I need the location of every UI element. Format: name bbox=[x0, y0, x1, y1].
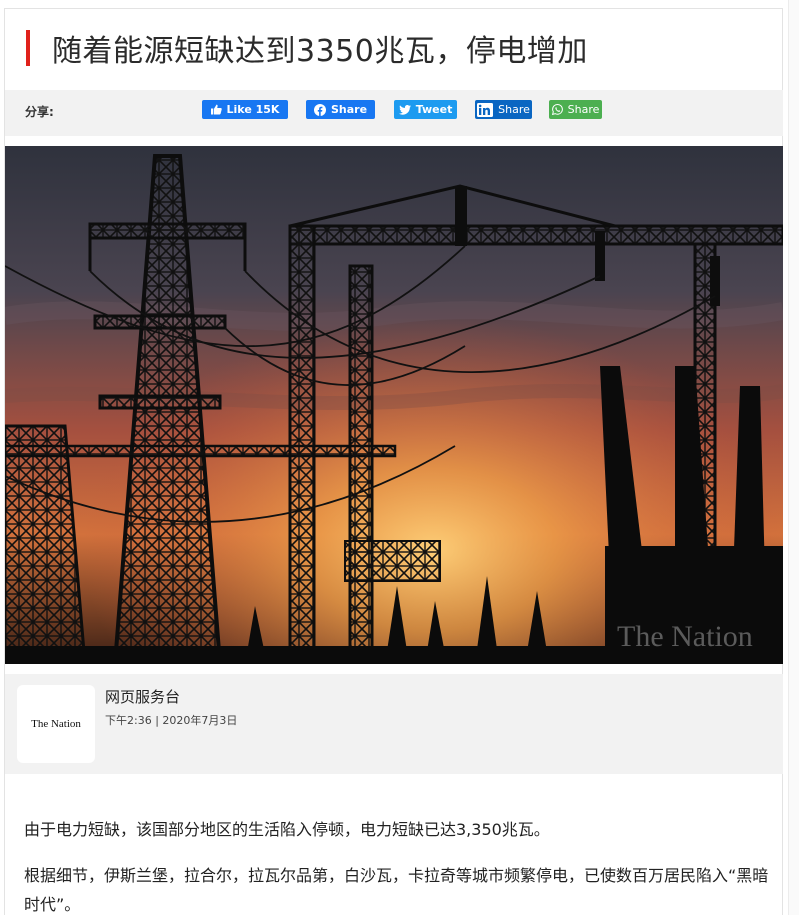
whatsapp-icon bbox=[551, 104, 563, 115]
article-paragraph-1: 由于电力短缺，该国部分地区的生活陷入停顿，电力短缺已达3,350兆瓦。 bbox=[24, 820, 550, 839]
article-paragraph-2: 根据细节，伊斯兰堡，拉合尔，拉瓦尔品第，白沙瓦，卡拉奇等城市频繁停电，已使数百万… bbox=[24, 866, 769, 914]
linkedin-share-label: Share bbox=[498, 103, 530, 116]
author-logo-text: The Nation bbox=[31, 718, 81, 730]
linkedin-share-button[interactable]: Share bbox=[475, 100, 532, 119]
twitter-bird-icon bbox=[398, 104, 411, 115]
share-bar: 分享: Like 15K Share Tweet Share Share bbox=[5, 90, 783, 136]
share-label: 分享: bbox=[25, 105, 54, 119]
whatsapp-share-label: Share bbox=[567, 103, 600, 116]
author-name[interactable]: 网页服务台 bbox=[105, 686, 180, 707]
facebook-share-button[interactable]: Share bbox=[306, 100, 375, 119]
facebook-share-label: Share bbox=[330, 103, 368, 116]
twitter-tweet-button[interactable]: Tweet bbox=[394, 100, 457, 119]
facebook-like-button[interactable]: Like 15K bbox=[202, 100, 288, 119]
article-photo: The Nation bbox=[5, 146, 783, 664]
article-header: 随着能源短缺达到3350兆瓦，停电增加 bbox=[26, 28, 779, 69]
facebook-like-label: Like 15K bbox=[226, 103, 280, 116]
thumbs-up-icon bbox=[210, 104, 222, 115]
headline-accent-bar bbox=[26, 30, 30, 66]
twitter-tweet-label: Tweet bbox=[415, 103, 453, 116]
page-scrollbar[interactable] bbox=[788, 0, 799, 915]
linkedin-icon bbox=[477, 102, 494, 117]
photo-watermark: The Nation bbox=[617, 620, 753, 653]
author-logo[interactable]: The Nation bbox=[17, 685, 95, 763]
whatsapp-share-button[interactable]: Share bbox=[549, 100, 602, 119]
facebook-icon bbox=[313, 103, 326, 116]
publish-timestamp: 下午2:36 | 2020年7月3日 bbox=[105, 714, 238, 727]
author-card: The Nation 网页服务台 下午2:36 | 2020年7月3日 bbox=[5, 674, 783, 774]
article-headline: 随着能源短缺达到3350兆瓦，停电增加 bbox=[52, 34, 588, 69]
power-substation-image: The Nation bbox=[5, 146, 783, 664]
